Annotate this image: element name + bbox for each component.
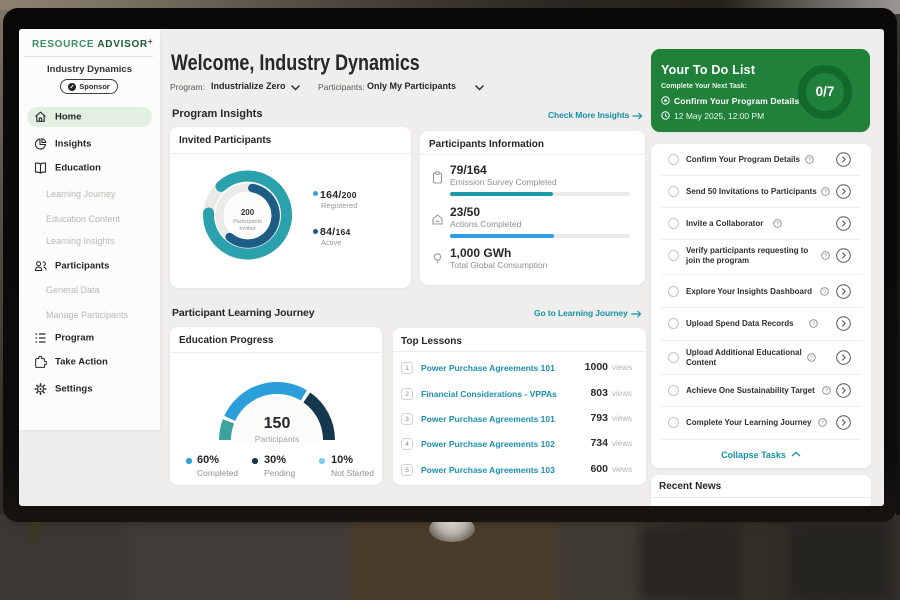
svg-text:?: ? [823, 290, 826, 296]
svg-text:?: ? [812, 322, 815, 328]
svg-text:?: ? [776, 222, 779, 228]
svg-text:?: ? [824, 190, 827, 196]
svg-text:?: ? [821, 421, 824, 427]
svg-text:?: ? [825, 389, 828, 395]
svg-text:?: ? [808, 158, 811, 164]
svg-text:?: ? [824, 254, 827, 260]
svg-text:?: ? [810, 356, 813, 362]
